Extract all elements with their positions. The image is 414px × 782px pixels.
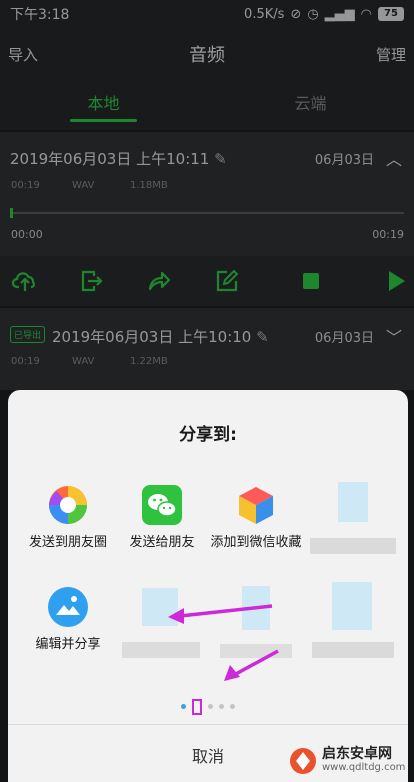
share-target-wechat-favorites[interactable]: 添加到微信收藏: [206, 484, 306, 552]
highlight-box: [192, 698, 202, 715]
moments-icon: [49, 486, 87, 524]
wechat-favorites-icon: [239, 487, 273, 524]
annotation-arrow: [168, 604, 273, 624]
watermark-logo-icon: [290, 748, 316, 774]
watermark-url: www.qdltdg.com: [322, 762, 406, 773]
share-sheet: 分享到: 发送到朋友圈 发送给朋友 添加到微信收藏 编辑并分享 取消: [8, 390, 408, 782]
wechat-icon: [142, 485, 182, 525]
share-sheet-title: 分享到:: [179, 425, 237, 445]
share-target-wechat[interactable]: 发送给朋友: [112, 484, 212, 552]
watermark-title: 启东安卓网: [322, 746, 392, 762]
share-target-moments[interactable]: 发送到朋友圈: [18, 484, 118, 552]
page-dot: [230, 704, 235, 709]
page-indicator: [8, 696, 408, 715]
share-target-label: 发送到朋友圈: [28, 535, 107, 550]
gallery-edit-icon: [48, 587, 88, 627]
pixelated-label: [310, 538, 396, 554]
page-dot: [208, 704, 213, 709]
share-target-edit-share[interactable]: 编辑并分享: [18, 586, 118, 654]
annotation-arrow: [224, 649, 279, 681]
pixelated-icon: [332, 582, 372, 630]
pixelated-label: [122, 642, 200, 658]
page-dot: [219, 704, 224, 709]
pixelated-icon: [338, 482, 368, 522]
share-target-label: 发送给朋友: [129, 535, 195, 550]
share-target-label: 添加到微信收藏: [210, 535, 302, 550]
page-dot-active: [181, 704, 186, 709]
site-watermark: 启东安卓网 www.qdltdg.com: [288, 740, 414, 782]
pixelated-label: [312, 642, 394, 658]
share-target-label: 编辑并分享: [35, 637, 101, 652]
